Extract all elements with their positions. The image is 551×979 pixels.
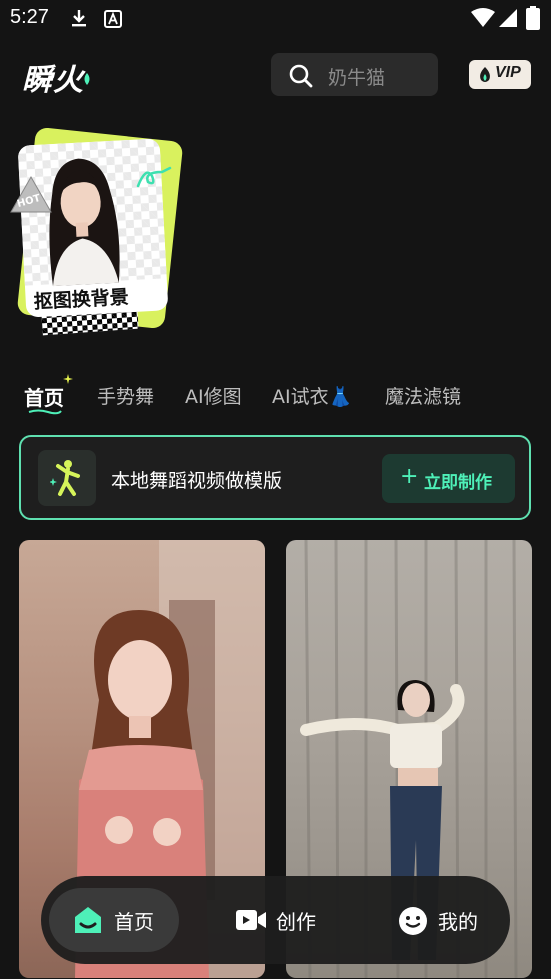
banner-thumbnail <box>38 450 96 506</box>
logo-text: 瞬火 <box>22 63 84 98</box>
battery-icon <box>526 6 540 30</box>
nav-profile[interactable]: 我的 <box>379 888 509 952</box>
download-icon <box>72 10 86 27</box>
sparkle-icon <box>63 374 73 384</box>
vip-button[interactable]: VIP <box>469 60 531 89</box>
banner-title: 本地舞蹈视频做模版 <box>111 470 283 492</box>
nav-home-label: 首页 <box>114 910 154 934</box>
vip-label: VIP <box>495 64 521 81</box>
logo-flame-icon <box>84 73 90 85</box>
tab-ai-retouch[interactable]: AI修图 <box>185 382 242 409</box>
plus-icon: + <box>400 464 419 489</box>
tab-magic-filter[interactable]: 魔法滤镜 <box>385 382 461 409</box>
home-smile-icon <box>75 907 101 933</box>
dancer-icon <box>50 460 80 496</box>
smiley-face-icon <box>399 907 427 935</box>
wifi-icon <box>471 8 495 27</box>
category-tabs: 首页 手势舞 AI修图 AI试衣👗 魔法滤镜 <box>0 374 551 418</box>
nav-profile-label: 我的 <box>438 910 478 934</box>
tab-ai-tryon[interactable]: AI试衣👗 <box>272 382 352 409</box>
nav-home[interactable]: 首页 <box>49 888 179 952</box>
active-tab-indicator <box>28 409 62 415</box>
tab-gesture-dance[interactable]: 手势舞 <box>97 382 154 409</box>
squiggle-decoration <box>136 166 172 188</box>
create-now-label: 立即制作 <box>424 473 492 493</box>
search-placeholder: 奶牛猫 <box>328 67 386 89</box>
status-bar: 5:27 <box>0 0 551 38</box>
nav-create-label: 创作 <box>276 910 316 934</box>
app-logo: 瞬火 <box>22 55 84 99</box>
feature-card-label: 抠图换背景 <box>33 286 130 314</box>
dance-template-banner[interactable]: 本地舞蹈视频做模版 + 立即制作 <box>19 435 531 520</box>
video-camera-icon <box>236 910 266 930</box>
flame-icon <box>480 67 490 82</box>
keyboard-a-icon <box>104 10 122 28</box>
signal-icon <box>499 9 517 27</box>
search-icon <box>289 64 313 88</box>
tab-home[interactable]: 首页 <box>24 382 64 411</box>
feature-card-cutout[interactable]: 抠图换背景 HOT <box>8 126 184 336</box>
search-bar[interactable]: 奶牛猫 <box>271 53 438 96</box>
bottom-nav: 首页 创作 我的 <box>41 876 510 964</box>
nav-create[interactable]: 创作 <box>217 888 347 952</box>
status-time: 5:27 <box>10 6 49 28</box>
create-now-button[interactable]: + 立即制作 <box>382 454 515 503</box>
